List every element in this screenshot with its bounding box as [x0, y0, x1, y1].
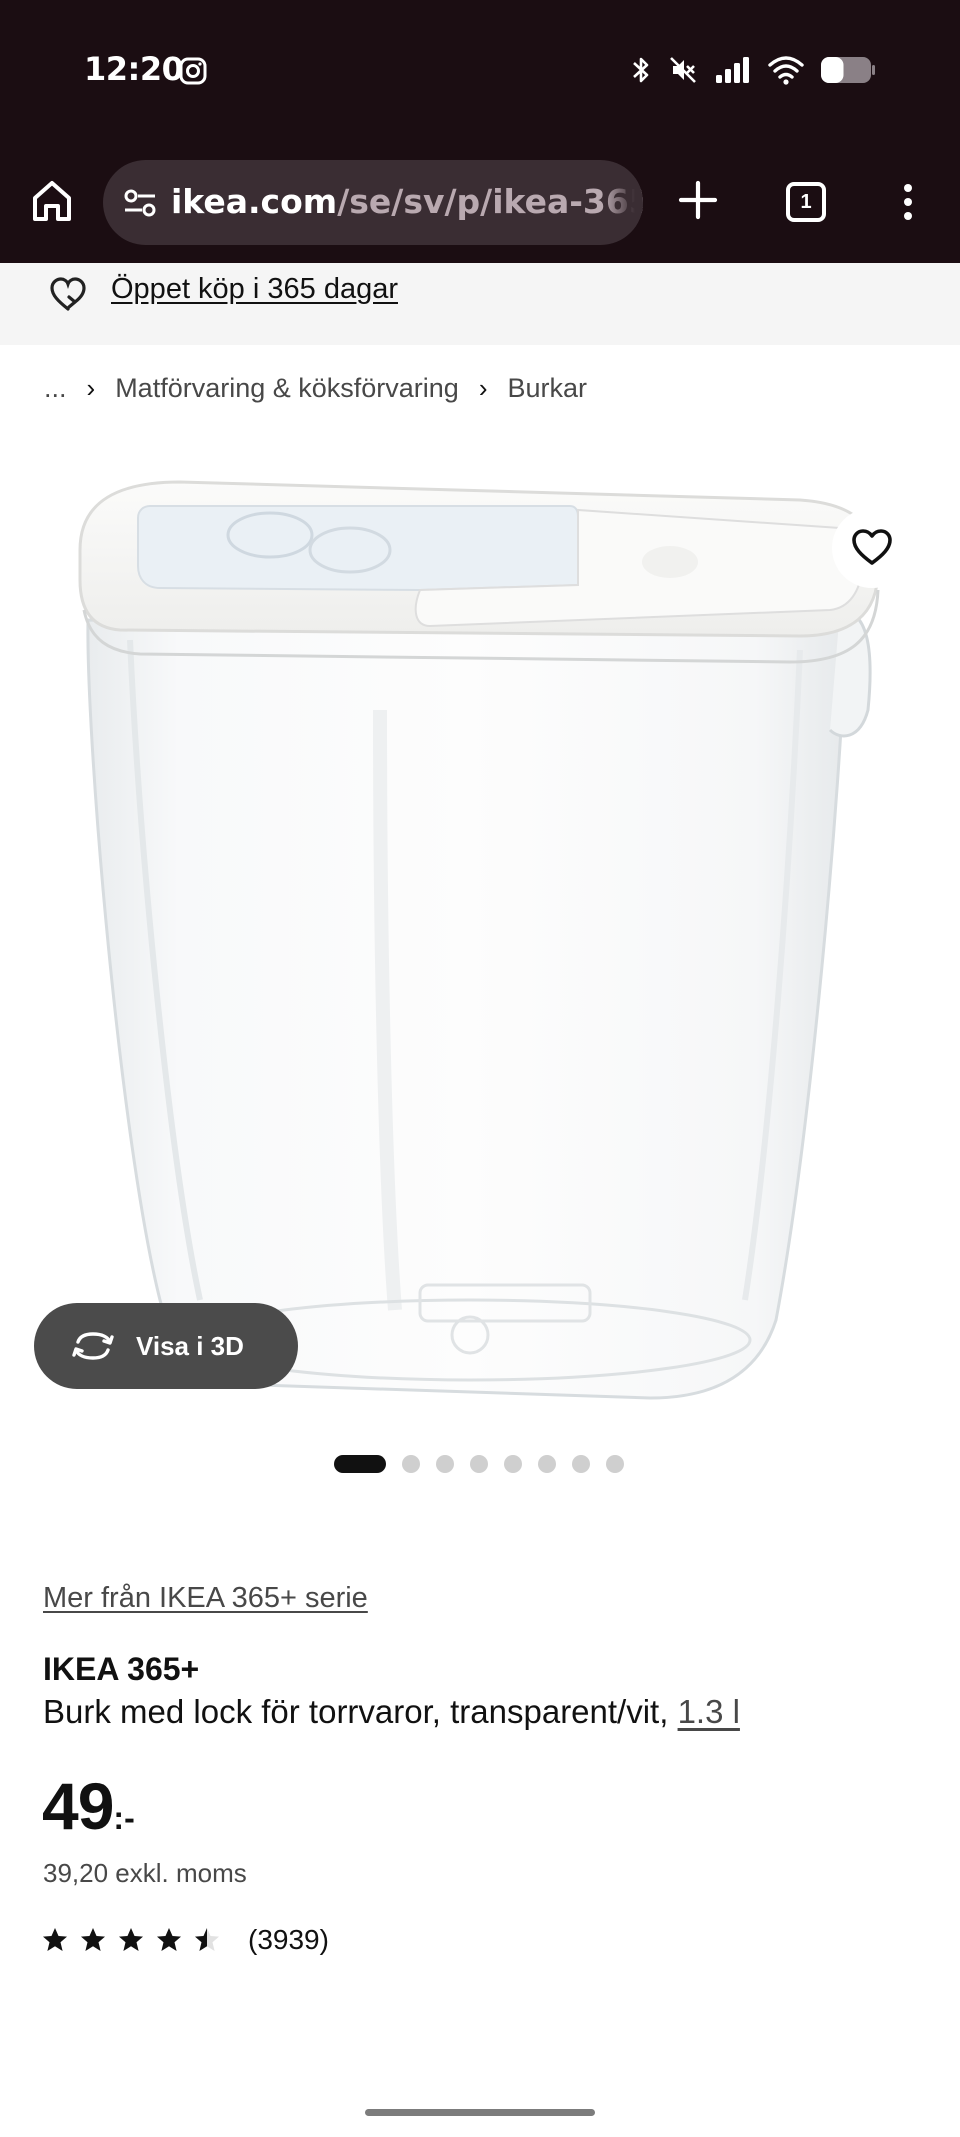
breadcrumb-item-food-storage[interactable]: Matförvaring & köksförvaring	[115, 373, 459, 404]
return-heart-icon	[50, 277, 86, 311]
breadcrumb-ellipsis[interactable]: ...	[44, 373, 67, 404]
carousel-indicator	[334, 1455, 624, 1473]
url-fade	[603, 160, 643, 245]
heart-icon	[852, 529, 892, 565]
star-icon	[119, 1928, 143, 1951]
plus-icon[interactable]	[678, 180, 718, 220]
chevron-right-icon: ›	[478, 373, 488, 403]
star-icon	[157, 1928, 181, 1951]
price-excl-vat: 39,20 exkl. moms	[43, 1858, 247, 1888]
status-time: 12:20	[84, 50, 184, 88]
product-image[interactable]	[0, 440, 960, 1420]
bluetooth-icon	[633, 57, 649, 83]
chevron-right-icon: ›	[86, 373, 96, 403]
star-icon	[43, 1928, 67, 1951]
carousel-dot-4[interactable]	[470, 1455, 488, 1473]
breadcrumb: ... › Matförvaring & köksförvaring › Bur…	[44, 373, 587, 404]
carousel-dot-6[interactable]	[538, 1455, 556, 1473]
address-bar[interactable]: ikea.com/se/sv/p/ikea-365-l	[103, 160, 643, 245]
product-price: 49 :-	[42, 1768, 135, 1844]
product-rating[interactable]: (3939)	[42, 1924, 329, 1956]
breadcrumb-item-jars[interactable]: Burkar	[508, 373, 588, 404]
price-suffix: :-	[113, 1800, 135, 1836]
carousel-dot-2[interactable]	[402, 1455, 420, 1473]
product-description: Burk med lock för torrvaror, transparent…	[43, 1693, 740, 1731]
mute-icon	[670, 57, 696, 83]
instagram-icon	[179, 57, 207, 85]
carousel-dot-3[interactable]	[436, 1455, 454, 1473]
tabs-icon[interactable]: 1	[786, 182, 826, 222]
more-vertical-icon[interactable]	[896, 182, 920, 222]
url-path: /se/sv/p/ikea-365-l	[337, 182, 643, 221]
rotate-3d-icon	[72, 1332, 114, 1360]
rating-stars	[42, 1927, 220, 1953]
product-description-text: Burk med lock för torrvaror, transparent…	[43, 1693, 678, 1730]
carousel-dot-8[interactable]	[606, 1455, 624, 1473]
view-3d-label: Visa i 3D	[136, 1330, 244, 1361]
signal-icon	[716, 57, 749, 83]
site-settings-icon[interactable]	[121, 184, 159, 222]
gesture-bar	[365, 2109, 595, 2116]
carousel-dot-5[interactable]	[504, 1455, 522, 1473]
carousel-dot-7[interactable]	[572, 1455, 590, 1473]
promo-banner: Öppet köp i 365 dagar	[0, 263, 960, 345]
wifi-icon	[768, 56, 804, 85]
star-icon	[81, 1928, 105, 1951]
star-icon	[195, 1928, 219, 1951]
view-3d-button[interactable]: Visa i 3D	[34, 1303, 298, 1389]
product-name: IKEA 365+	[43, 1651, 200, 1687]
url-host: ikea.com	[171, 182, 338, 221]
size-link[interactable]: 1.3 l	[678, 1693, 740, 1730]
status-bar: 12:20	[0, 0, 960, 140]
tab-count: 1	[800, 191, 812, 213]
price-integer: 49	[42, 1769, 114, 1843]
favorite-button[interactable]	[832, 508, 912, 588]
rating-count: (3939)	[248, 1924, 329, 1955]
battery-icon	[821, 57, 875, 83]
status-icons	[630, 52, 876, 88]
home-icon[interactable]	[30, 178, 74, 224]
carousel-dot-1[interactable]	[334, 1455, 386, 1473]
promo-link[interactable]: Öppet köp i 365 dagar	[111, 273, 398, 306]
series-link[interactable]: Mer från IKEA 365+ serie	[43, 1582, 368, 1615]
url-text[interactable]: ikea.com/se/sv/p/ikea-365-l	[171, 182, 643, 221]
